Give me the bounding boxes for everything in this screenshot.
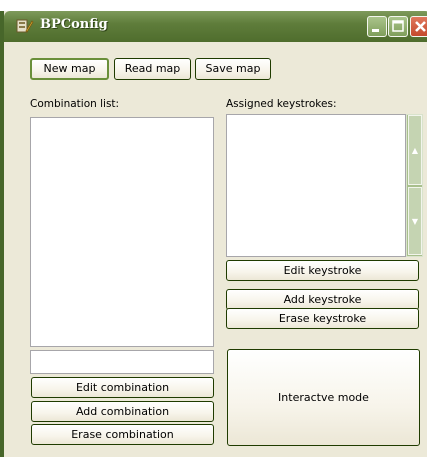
close-icon [415, 21, 426, 32]
assigned-keystrokes-list[interactable] [226, 114, 406, 257]
edit-keystroke-button[interactable]: Edit keystroke [226, 260, 419, 281]
bpconfig-window: BPConfig New map Read map Save map Combi… [0, 11, 427, 457]
edit-combination-button[interactable]: Edit combination [31, 377, 214, 398]
save-map-button[interactable]: Save map [195, 58, 271, 80]
add-combination-button[interactable]: Add combination [31, 401, 214, 422]
scroll-up-button[interactable]: ▲ [408, 115, 422, 185]
title-bar[interactable]: BPConfig [4, 11, 427, 42]
combination-list-label: Combination list: [30, 98, 120, 110]
maximize-button[interactable] [388, 16, 408, 37]
read-map-button[interactable]: Read map [114, 58, 191, 80]
minimize-button[interactable] [367, 16, 387, 37]
minimize-icon [372, 29, 379, 32]
window-title: BPConfig [40, 17, 108, 32]
scroll-down-button[interactable]: ▼ [408, 187, 422, 255]
erase-combination-button[interactable]: Erase combination [31, 424, 214, 445]
interactive-mode-button[interactable]: Interactve mode [227, 349, 420, 446]
chevron-up-icon: ▲ [411, 146, 419, 155]
combination-input[interactable] [30, 350, 214, 374]
keystrokes-scrollbar[interactable]: ▲ ▼ [406, 114, 423, 257]
maximize-icon [392, 20, 404, 32]
new-map-button[interactable]: New map [30, 58, 109, 80]
combination-list[interactable] [30, 117, 214, 347]
close-button[interactable] [410, 16, 427, 37]
chevron-down-icon: ▼ [411, 217, 419, 226]
assigned-keystrokes-label: Assigned keystrokes: [226, 98, 337, 110]
erase-keystroke-button[interactable]: Erase keystroke [226, 308, 419, 329]
add-keystroke-button[interactable]: Add keystroke [226, 289, 419, 310]
bpconfig-app-icon[interactable] [16, 17, 34, 35]
